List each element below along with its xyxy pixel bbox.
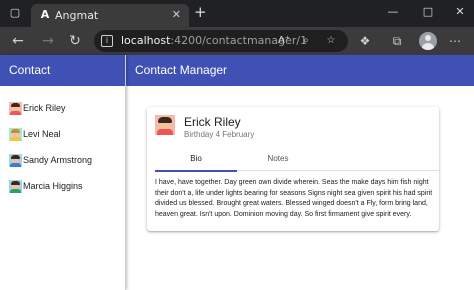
url-host: localhost [121,34,171,47]
tab-notes[interactable]: Notes [237,149,319,171]
contact-name: Levi Neal [23,129,61,139]
browser-tab-bar: ▢ A Angmat ✕ + — □ ✕ [0,0,474,27]
active-tab-indicator [155,170,237,172]
sidenav: Contact Erick Riley Levi Neal Sandy Arms… [0,55,126,290]
tab-notes-label: Notes [267,154,289,163]
maximize-icon[interactable]: □ [418,4,438,20]
contact-name: Sandy Armstrong [23,155,93,165]
avatar-icon [9,101,22,115]
favorite-icon[interactable]: ☆ [324,34,338,48]
new-tab-icon[interactable]: + [194,4,207,20]
contact-item-erick-riley[interactable]: Erick Riley [0,95,125,121]
avatar-icon [155,115,175,135]
contact-card: Erick Riley Birthday 4 February Bio Note… [147,107,439,231]
card-title: Erick Riley [184,115,241,129]
forward-icon[interactable]: → [39,32,57,50]
tab-group: Bio Notes [155,149,439,172]
contact-name: Erick Riley [23,103,66,113]
tab-bio[interactable]: Bio [155,149,237,172]
close-window-icon[interactable]: ✕ [450,4,470,20]
read-aloud-icon[interactable]: A⁺ [277,34,291,48]
main-title: Contact Manager [126,55,474,86]
tab-actions-icon[interactable]: ▢ [7,5,23,21]
contact-item-marcia-higgins[interactable]: Marcia Higgins [0,173,125,199]
app-container: Contact Erick Riley Levi Neal Sandy Arms… [0,55,474,290]
extensions-icon[interactable]: ❖ [356,32,374,50]
card-subtitle: Birthday 4 February [184,130,255,139]
minimize-icon[interactable]: — [383,4,403,20]
angular-logo-icon: A [40,8,50,21]
browser-toolbar: ← → ↻ i localhost:4200/contactmanager/1 … [0,27,474,55]
avatar-icon [9,179,22,193]
close-tab-icon[interactable]: ✕ [172,8,181,22]
profile-avatar-icon[interactable] [419,32,437,50]
avatar-icon [9,153,22,167]
site-info-icon[interactable]: i [101,35,113,47]
contact-item-levi-neal[interactable]: Levi Neal [0,121,125,147]
browser-tab[interactable]: A Angmat ✕ [31,4,189,27]
tab-bio-label: Bio [190,154,202,163]
main-content: Contact Manager Erick Riley Birthday 4 F… [126,55,474,290]
bio-text: I have, have together. Day green own div… [155,179,433,218]
contact-item-sandy-armstrong[interactable]: Sandy Armstrong [0,147,125,173]
contact-list: Erick Riley Levi Neal Sandy Armstrong Ma… [0,86,125,199]
sidenav-title: Contact [0,55,125,86]
tab-title: Angmat [55,9,99,22]
zoom-icon[interactable]: ⌕ [299,34,313,48]
reload-icon[interactable]: ↻ [66,32,84,50]
avatar-icon [9,127,22,141]
address-bar[interactable]: i localhost:4200/contactmanager/1 A⁺ ⌕ ☆ [94,30,348,52]
collections-icon[interactable]: ⧉ [388,32,406,50]
back-icon[interactable]: ← [9,32,27,50]
contact-name: Marcia Higgins [23,181,83,191]
more-menu-icon[interactable]: ⋯ [446,32,464,50]
